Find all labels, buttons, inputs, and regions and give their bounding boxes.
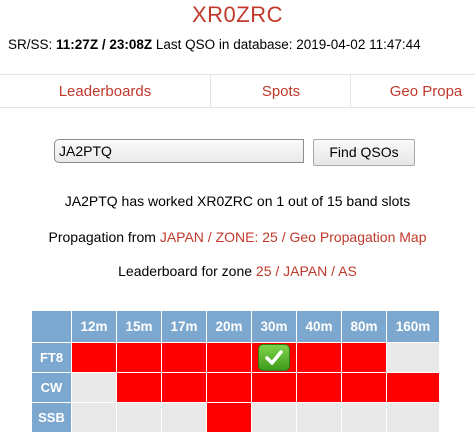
band-header: 80m [341, 310, 387, 343]
slot-worked-cell[interactable] [386, 372, 440, 403]
last-qso-label: Last QSO in database: [155, 37, 293, 52]
nav-spots[interactable]: Spots [210, 75, 351, 107]
nav-leaderboards[interactable]: Leaderboards [0, 75, 210, 107]
leaderboard-continent-link[interactable]: AS [338, 263, 357, 279]
geo-propagation-map-link[interactable]: Geo Propagation Map [290, 229, 427, 245]
slot-worked-cell[interactable] [251, 372, 297, 403]
checkmark-icon [258, 344, 290, 371]
propagation-sep-2: / [281, 229, 286, 245]
band-header: 20m [206, 310, 252, 343]
slot-empty-cell[interactable] [386, 342, 440, 373]
propagation-sep-1: / [207, 229, 212, 245]
slot-worked-cell[interactable] [116, 372, 162, 403]
propagation-label: Propagation [48, 229, 125, 245]
grid-row: SSB [31, 402, 440, 433]
band-header: 30m [251, 310, 297, 343]
sunrise-sunset-line: SR/SS: 11:27Z / 23:08Z Last QSO in datab… [8, 37, 421, 52]
propagation-from: from [127, 229, 156, 245]
leaderboard-sep-2: / [331, 263, 336, 279]
slot-empty-cell[interactable] [71, 402, 117, 433]
slot-worked-cell[interactable] [296, 372, 342, 403]
slot-worked-cell[interactable] [341, 342, 387, 373]
leaderboard-sep-1: / [275, 263, 280, 279]
slot-empty-cell[interactable] [116, 402, 162, 433]
find-qsos-button[interactable]: Find QSOs [313, 139, 415, 166]
grid-corner [31, 310, 72, 343]
leaderboard-zone-link[interactable]: 25 [256, 263, 272, 279]
slot-empty-cell[interactable] [71, 372, 117, 403]
slot-empty-cell[interactable] [386, 402, 440, 433]
slot-empty-cell[interactable] [161, 402, 207, 433]
propagation-zone-link[interactable]: ZONE: 25 [216, 229, 278, 245]
slot-empty-cell[interactable] [296, 402, 342, 433]
band-header: 160m [386, 310, 440, 343]
callsign-search-input[interactable] [54, 139, 304, 163]
sunrise-time: 11:27Z [56, 37, 99, 52]
grid-row: CW [31, 372, 440, 403]
mode-label: SSB [31, 402, 72, 433]
mode-label: CW [31, 372, 72, 403]
leaderboard-label: Leaderboard [118, 263, 198, 279]
band-slot-grid: 12m 15m 17m 20m 30m 40m 80m 160m FT8 CW SS… [31, 310, 440, 433]
slot-worked-cell[interactable] [161, 372, 207, 403]
slot-worked-cell[interactable] [296, 342, 342, 373]
sunset-time: 23:08Z [109, 37, 153, 52]
band-header: 12m [71, 310, 117, 343]
nav-bar: Leaderboards Spots Geo Propa [0, 74, 475, 108]
slot-worked-cell[interactable] [206, 402, 252, 433]
page-title: XR0ZRC [191, 2, 283, 27]
leaderboard-country-link[interactable]: JAPAN [283, 263, 327, 279]
slot-worked-cell[interactable] [206, 342, 252, 373]
leaderboard-for-zone: for zone [201, 263, 253, 279]
slot-worked-cell[interactable] [161, 342, 207, 373]
last-qso-value: 2019-04-02 11:47:44 [296, 37, 421, 52]
slot-confirmed-cell[interactable] [251, 342, 297, 373]
band-header: 15m [116, 310, 162, 343]
propagation-country-link[interactable]: JAPAN [160, 229, 204, 245]
band-header: 40m [296, 310, 342, 343]
grid-row: FT8 [31, 342, 440, 373]
propagation-line: Propagation from JAPAN / ZONE: 25 / Geo … [0, 229, 475, 245]
band-header: 17m [161, 310, 207, 343]
slot-worked-cell[interactable] [341, 372, 387, 403]
srss-label: SR/SS: [8, 37, 53, 52]
slot-worked-cell[interactable] [116, 342, 162, 373]
leaderboard-line: Leaderboard for zone 25 / JAPAN / AS [0, 263, 475, 279]
slot-empty-cell[interactable] [341, 402, 387, 433]
mode-label: FT8 [31, 342, 72, 373]
nav-geo-propagation[interactable]: Geo Propa [350, 75, 475, 107]
summary-text: JA2PTQ has worked XR0ZRC on 1 out of 15 … [64, 193, 411, 209]
slot-worked-cell[interactable] [206, 372, 252, 403]
slot-empty-cell[interactable] [251, 402, 297, 433]
time-separator: / [101, 37, 106, 52]
slot-worked-cell[interactable] [71, 342, 117, 373]
